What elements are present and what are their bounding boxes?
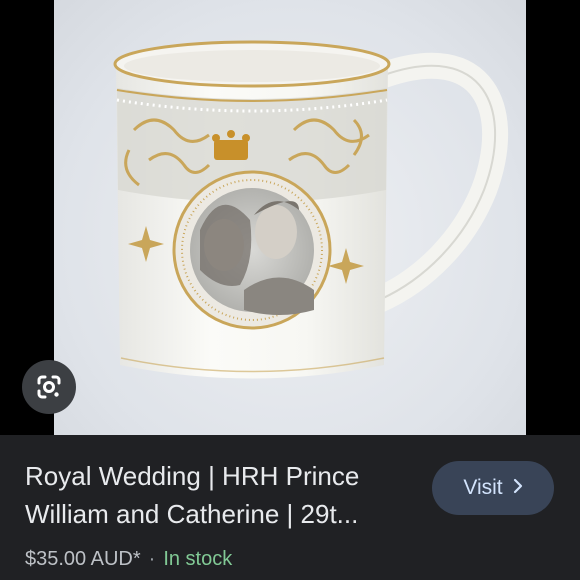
stock-status: In stock bbox=[163, 548, 233, 570]
separator-dot: · bbox=[148, 548, 156, 570]
google-lens-icon bbox=[37, 375, 61, 399]
visit-label: Visit bbox=[463, 476, 503, 499]
crown-icon bbox=[212, 130, 250, 160]
price-line: $35.00 AUD* · In stock bbox=[25, 548, 232, 571]
product-title[interactable]: Royal Wedding | HRH Prince William and C… bbox=[25, 457, 415, 533]
visit-button[interactable]: Visit bbox=[432, 461, 554, 515]
product-info-panel: Royal Wedding | HRH Prince William and C… bbox=[0, 435, 580, 580]
product-image-area[interactable] bbox=[0, 0, 580, 435]
mug-illustration bbox=[113, 40, 509, 379]
chevron-right-icon bbox=[513, 477, 523, 500]
google-lens-button[interactable] bbox=[22, 360, 76, 414]
product-price: $35.00 AUD* bbox=[25, 548, 141, 570]
product-photo[interactable] bbox=[54, 0, 526, 435]
